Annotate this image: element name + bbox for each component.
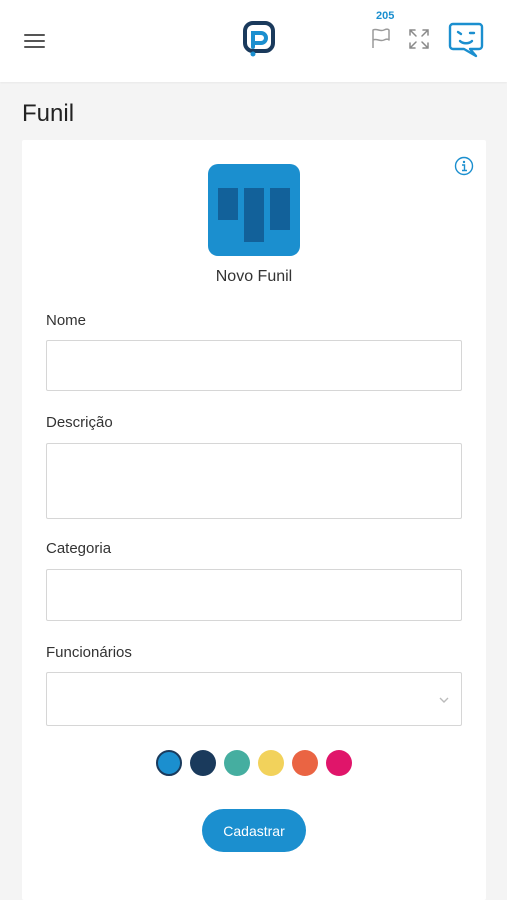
description-textarea[interactable] bbox=[46, 443, 462, 519]
top-bar: 205 bbox=[0, 0, 507, 82]
page-title: Funil bbox=[22, 100, 75, 127]
color-swatch-yellow[interactable] bbox=[258, 750, 284, 776]
fullscreen-icon[interactable] bbox=[408, 28, 430, 50]
category-label: Categoria bbox=[46, 540, 112, 557]
chat-face-icon[interactable] bbox=[448, 20, 484, 58]
employees-label: Funcionários bbox=[46, 644, 132, 661]
hamburger-menu-icon[interactable] bbox=[24, 33, 46, 49]
flag-icon[interactable] bbox=[370, 27, 392, 49]
funnel-name: Novo Funil bbox=[215, 268, 293, 285]
description-label: Descrição bbox=[46, 414, 113, 431]
color-swatch-teal[interactable] bbox=[224, 750, 250, 776]
category-input[interactable] bbox=[46, 569, 462, 621]
kanban-board-icon[interactable] bbox=[208, 164, 300, 256]
name-input[interactable] bbox=[46, 340, 462, 391]
funnel-form-card: Novo Funil Nome Descrição Categoria Func… bbox=[22, 140, 486, 900]
app-logo-icon[interactable] bbox=[242, 20, 278, 58]
employees-select[interactable] bbox=[46, 672, 462, 726]
info-icon[interactable] bbox=[454, 156, 474, 176]
color-swatch-blue[interactable] bbox=[156, 750, 182, 776]
name-label: Nome bbox=[46, 312, 87, 329]
flag-count-badge: 205 bbox=[376, 10, 395, 22]
chevron-down-icon bbox=[439, 697, 449, 703]
color-swatch-pink[interactable] bbox=[326, 750, 352, 776]
color-picker bbox=[156, 750, 356, 776]
color-swatch-navy[interactable] bbox=[190, 750, 216, 776]
color-swatch-orange[interactable] bbox=[292, 750, 318, 776]
submit-button[interactable]: Cadastrar bbox=[202, 809, 306, 852]
